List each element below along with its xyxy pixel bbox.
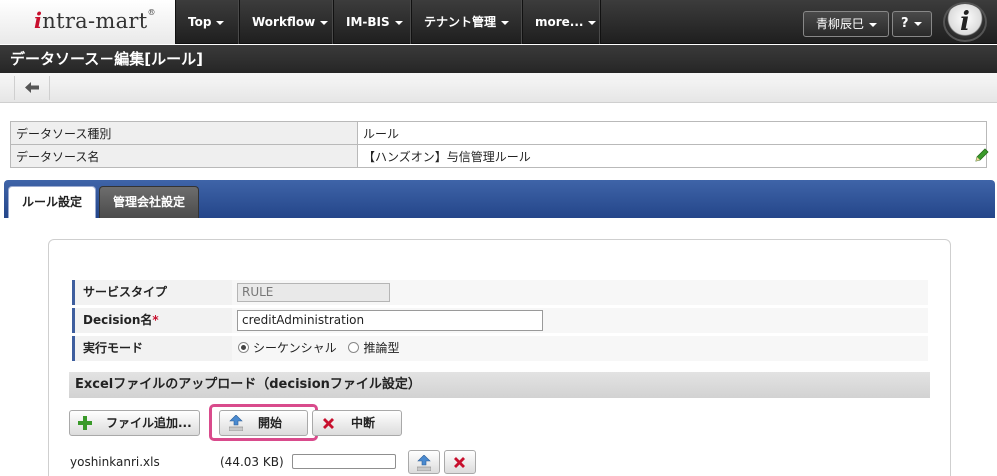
decision-name-cell: creditAdministration bbox=[232, 308, 928, 333]
datasource-type-value: ルール bbox=[357, 121, 987, 145]
chevron-down-icon bbox=[501, 20, 510, 25]
nav-more-label[interactable]: more... bbox=[535, 15, 583, 29]
file-name: yoshinkanri.xls bbox=[70, 455, 160, 469]
nav-tenant-management[interactable]: テナント管理 bbox=[412, 0, 523, 44]
service-type-cell: RULE bbox=[232, 280, 928, 305]
start-button[interactable]: 開始 bbox=[219, 410, 308, 436]
page-title: データソース－編集[ルール] bbox=[0, 45, 997, 73]
nav-top[interactable]: Top bbox=[176, 0, 240, 44]
back-button[interactable] bbox=[14, 76, 50, 100]
brand-i-letter: i bbox=[960, 7, 970, 37]
file-size: (44.03 KB) bbox=[220, 455, 284, 469]
user-menu-button[interactable]: 青柳辰巳 bbox=[803, 11, 889, 37]
top-navigation-bar: intra-mart® Top Workflow IM-BIS テナント管理 m… bbox=[0, 0, 997, 44]
toolbar bbox=[0, 73, 997, 103]
logo-area[interactable]: intra-mart® bbox=[0, 0, 176, 44]
upload-progress-bar bbox=[292, 454, 396, 469]
chevron-down-icon bbox=[320, 20, 329, 25]
excel-upload-section-title: Excelファイルのアップロード（decisionファイル設定） bbox=[69, 372, 930, 398]
nav-im-bis[interactable]: IM-BIS bbox=[334, 0, 412, 44]
nav-tenant-label[interactable]: テナント管理 bbox=[424, 15, 496, 29]
nav-workflow-label[interactable]: Workflow bbox=[252, 15, 315, 29]
nav-im-bis-label[interactable]: IM-BIS bbox=[346, 15, 390, 29]
cancel-label: 中断 bbox=[351, 416, 376, 430]
radio-inference-label[interactable]: 推論型 bbox=[363, 341, 399, 355]
plus-icon bbox=[78, 416, 92, 430]
close-icon bbox=[454, 457, 465, 468]
table-row: データソース種別 ルール bbox=[10, 121, 987, 145]
chevron-down-icon bbox=[216, 20, 225, 25]
form-row-decision: Decision名* creditAdministration bbox=[72, 308, 928, 333]
add-file-button[interactable]: ファイル追加... bbox=[69, 410, 200, 436]
intra-mart-logo[interactable]: intra-mart® bbox=[34, 8, 156, 33]
datasource-name-value: 【ハンズオン】与信管理ルール bbox=[357, 144, 987, 168]
chevron-down-icon bbox=[588, 20, 597, 25]
chevron-down-icon bbox=[394, 20, 403, 25]
radio-sequential-label[interactable]: シーケンシャル bbox=[253, 341, 337, 355]
nav-top-label[interactable]: Top bbox=[188, 15, 211, 29]
execution-mode-label: 実行モード bbox=[72, 336, 228, 361]
close-icon bbox=[323, 418, 334, 429]
tab-bar: ルール設定 管理会社設定 bbox=[4, 180, 995, 218]
table-row: データソース名 【ハンズオン】与信管理ルール bbox=[10, 144, 987, 168]
user-name: 青柳辰巳 bbox=[816, 17, 865, 31]
datasource-info-table: データソース種別 ルール データソース名 【ハンズオン】与信管理ルール bbox=[10, 121, 987, 168]
chevron-down-icon bbox=[913, 21, 922, 26]
arrow-left-icon bbox=[25, 82, 39, 93]
execution-mode-radio-group: シーケンシャル 推論型 bbox=[238, 336, 400, 361]
add-file-label: ファイル追加... bbox=[106, 416, 192, 430]
radio-inference[interactable] bbox=[348, 342, 360, 353]
decision-name-label: Decision名* bbox=[72, 308, 228, 333]
tab-rule-settings[interactable]: ルール設定 bbox=[8, 186, 97, 218]
cancel-button[interactable]: 中断 bbox=[312, 410, 402, 436]
brand-i-icon[interactable]: i bbox=[943, 2, 987, 42]
datasource-type-label: データソース種別 bbox=[10, 121, 358, 145]
nav-more[interactable]: more... bbox=[523, 0, 601, 44]
decision-name-input[interactable]: creditAdministration bbox=[237, 310, 543, 331]
form-row-mode: 実行モード シーケンシャル 推論型 bbox=[72, 336, 928, 361]
start-label: 開始 bbox=[258, 416, 283, 430]
tab-company-settings[interactable]: 管理会社設定 bbox=[99, 186, 200, 218]
remove-file-button[interactable] bbox=[444, 450, 476, 474]
form-row-service-type: サービスタイプ RULE bbox=[72, 280, 928, 305]
upload-icon bbox=[229, 415, 243, 431]
pencil-icon[interactable] bbox=[974, 147, 990, 163]
help-label: ? bbox=[901, 16, 909, 31]
required-marker: * bbox=[152, 313, 159, 327]
service-type-label: サービスタイプ bbox=[72, 280, 228, 305]
upload-file-button[interactable] bbox=[408, 450, 440, 474]
upload-icon bbox=[417, 455, 431, 471]
radio-sequential[interactable] bbox=[238, 342, 249, 353]
service-type-field: RULE bbox=[237, 283, 390, 302]
nav-workflow[interactable]: Workflow bbox=[240, 0, 334, 44]
decision-label-text: Decision名 bbox=[83, 313, 153, 327]
chevron-down-icon bbox=[869, 22, 878, 27]
datasource-name-label: データソース名 bbox=[10, 144, 358, 168]
execution-mode-cell: シーケンシャル 推論型 bbox=[232, 336, 928, 361]
help-menu-button[interactable]: ? bbox=[892, 11, 932, 37]
